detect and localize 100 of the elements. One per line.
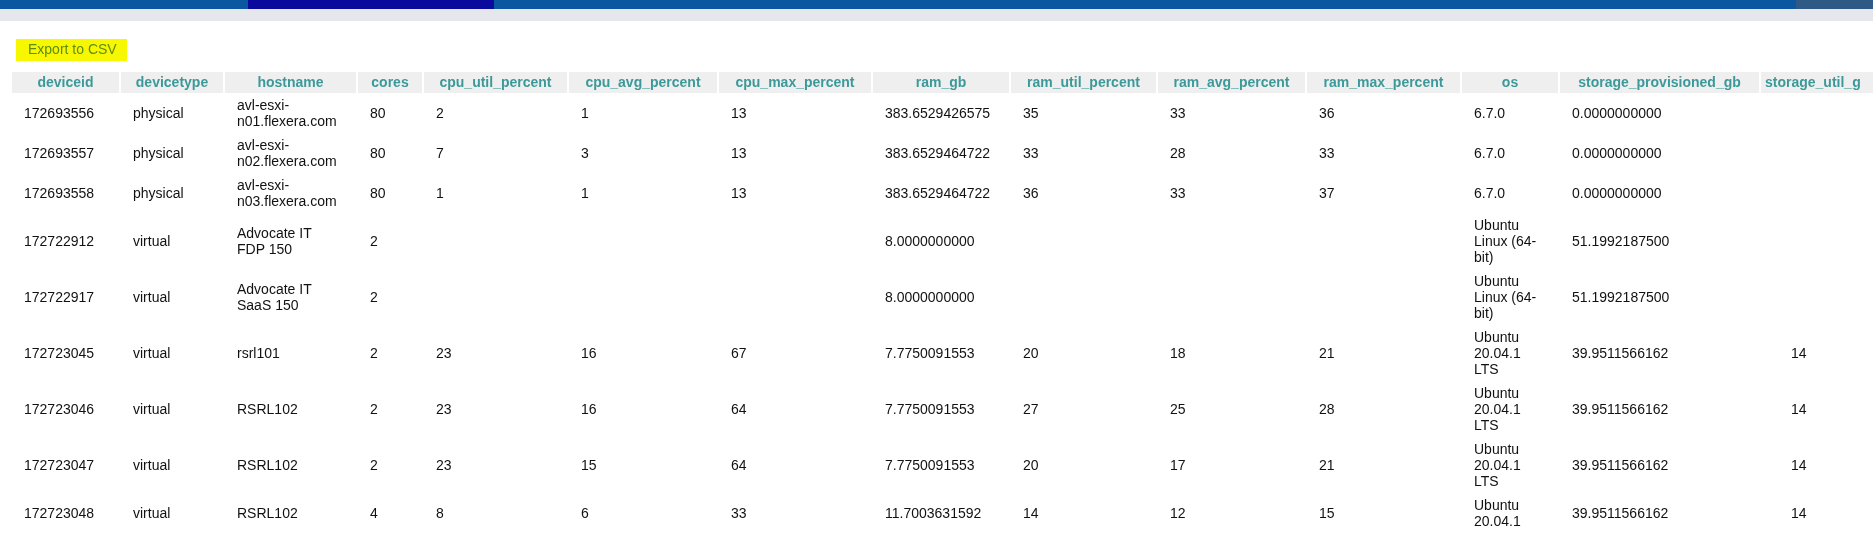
table-cell: 8 (436, 505, 444, 521)
table-cell: 172723048 (24, 505, 95, 521)
table-cell: 6.7.0 (1474, 105, 1506, 121)
column-header[interactable]: devicetype (121, 72, 223, 93)
table-cell: 33 (731, 505, 747, 521)
table-cell: 8.0000000000 (885, 289, 975, 305)
table-cell: RSRL102 (237, 401, 298, 417)
table-cell: 14 (1791, 401, 1807, 417)
table-cell: 14 (1791, 505, 1807, 521)
table-cell: avl-esxi-n01.flexera.com (237, 97, 337, 129)
table-cell: 12 (1170, 505, 1186, 521)
table-cell: 0.0000000000 (1572, 105, 1662, 121)
table-cell: 67 (731, 345, 747, 361)
table-cell: 2 (370, 233, 378, 249)
table-cell: 15 (581, 457, 597, 473)
table-cell: 3 (581, 145, 589, 161)
table-cell: 39.9511566162 (1572, 401, 1669, 417)
table-cell: 14 (1791, 457, 1807, 473)
column-header[interactable]: hostname (225, 72, 356, 93)
column-header[interactable]: os (1462, 72, 1558, 93)
table-cell: 21 (1319, 457, 1335, 473)
table-cell: 23 (436, 457, 452, 473)
table-cell: 172723045 (24, 345, 95, 361)
table-cell: avl-esxi-n02.flexera.com (237, 137, 337, 169)
table-cell: Ubuntu Linux (64-bit) (1474, 217, 1537, 265)
table-cell: 18 (1170, 345, 1186, 361)
column-header[interactable]: ram_util_percent (1011, 72, 1156, 93)
column-header[interactable]: storage_provisioned_gb (1560, 72, 1759, 93)
table-cell: 28 (1170, 145, 1186, 161)
table-cell: 20 (1023, 345, 1039, 361)
table-cell: Ubuntu 20.04.1 LTS (1474, 385, 1521, 433)
column-header[interactable]: deviceid (12, 72, 119, 93)
column-header[interactable]: cpu_max_percent (719, 72, 871, 93)
table-cell: 51.1992187500 (1572, 233, 1670, 249)
table-cell: Ubuntu 20.04.1 LTS (1474, 441, 1521, 489)
column-header[interactable]: ram_avg_percent (1158, 72, 1305, 93)
table-cell: 172723047 (24, 457, 95, 473)
column-header[interactable]: storage_util_g (1761, 72, 1873, 93)
table-cell: 33 (1170, 185, 1186, 201)
table-cell: 14 (1023, 505, 1039, 521)
table-cell: Advocate IT FDP 150 (237, 225, 312, 257)
table-cell: 0.0000000000 (1572, 185, 1662, 201)
table-cell: 8.0000000000 (885, 233, 975, 249)
table-cell: 1 (581, 105, 589, 121)
table-cell: 51.1992187500 (1572, 289, 1670, 305)
table-cell: 172693558 (24, 185, 95, 201)
table-cell: 0.0000000000 (1572, 145, 1662, 161)
table-cell: Ubuntu 20.04.1 (1474, 497, 1521, 529)
table-cell: virtual (133, 345, 171, 361)
table-cell: 80 (370, 145, 386, 161)
table-cell: 35 (1023, 105, 1039, 121)
column-header[interactable]: cpu_avg_percent (569, 72, 717, 93)
table-cell: 33 (1319, 145, 1335, 161)
table-cell: 1 (581, 185, 589, 201)
table-cell: 13 (731, 185, 747, 201)
table-cell: 13 (731, 145, 747, 161)
table-cell: 80 (370, 185, 386, 201)
table-cell: 39.9511566162 (1572, 457, 1669, 473)
table-cell: 39.9511566162 (1572, 505, 1669, 521)
table-cell: 2 (370, 401, 378, 417)
column-header[interactable]: ram_gb (873, 72, 1009, 93)
table-cell: 7.7750091553 (885, 457, 975, 473)
table-cell: virtual (133, 457, 171, 473)
table-cell: RSRL102 (237, 505, 298, 521)
table-cell: 6 (581, 505, 589, 521)
table-cell: 37 (1319, 185, 1335, 201)
table-cell: Ubuntu Linux (64-bit) (1474, 273, 1537, 321)
table-cell: 7.7750091553 (885, 345, 975, 361)
table-cell: Ubuntu 20.04.1 LTS (1474, 329, 1521, 377)
table-cell: 33 (1023, 145, 1039, 161)
table-cell: Advocate IT SaaS 150 (237, 281, 312, 313)
table-cell: 27 (1023, 401, 1039, 417)
table-cell: RSRL102 (237, 457, 298, 473)
export-link[interactable]: Export to CSV (16, 39, 127, 61)
table-cell: 28 (1319, 401, 1335, 417)
table-cell: 2 (370, 345, 378, 361)
table-cell: 383.6529464722 (885, 145, 991, 161)
column-header[interactable]: ram_max_percent (1307, 72, 1460, 93)
table-cell: 64 (731, 457, 747, 473)
table-cell: physical (133, 105, 184, 121)
table-cell: virtual (133, 505, 171, 521)
table-cell: 1 (436, 185, 444, 201)
table-cell: 172693556 (24, 105, 95, 121)
table-cell: 383.6529464722 (885, 185, 991, 201)
table-cell: 6.7.0 (1474, 145, 1506, 161)
table-cell: 23 (436, 401, 452, 417)
table-cell: 2 (436, 105, 444, 121)
table-cell: rsrl101 (237, 345, 280, 361)
table-cell: 13 (731, 105, 747, 121)
table-cell: 16 (581, 345, 597, 361)
column-header[interactable]: cores (358, 72, 422, 93)
table-cell: 80 (370, 105, 386, 121)
table-cell: 2 (370, 289, 378, 305)
table-cell: 14 (1791, 345, 1807, 361)
table-cell: 39.9511566162 (1572, 345, 1669, 361)
table-cell: 4 (370, 505, 378, 521)
column-header[interactable]: cpu_util_percent (424, 72, 567, 93)
table-cell: 172723046 (24, 401, 95, 417)
table-cell: 33 (1170, 105, 1186, 121)
table-cell: 23 (436, 345, 452, 361)
